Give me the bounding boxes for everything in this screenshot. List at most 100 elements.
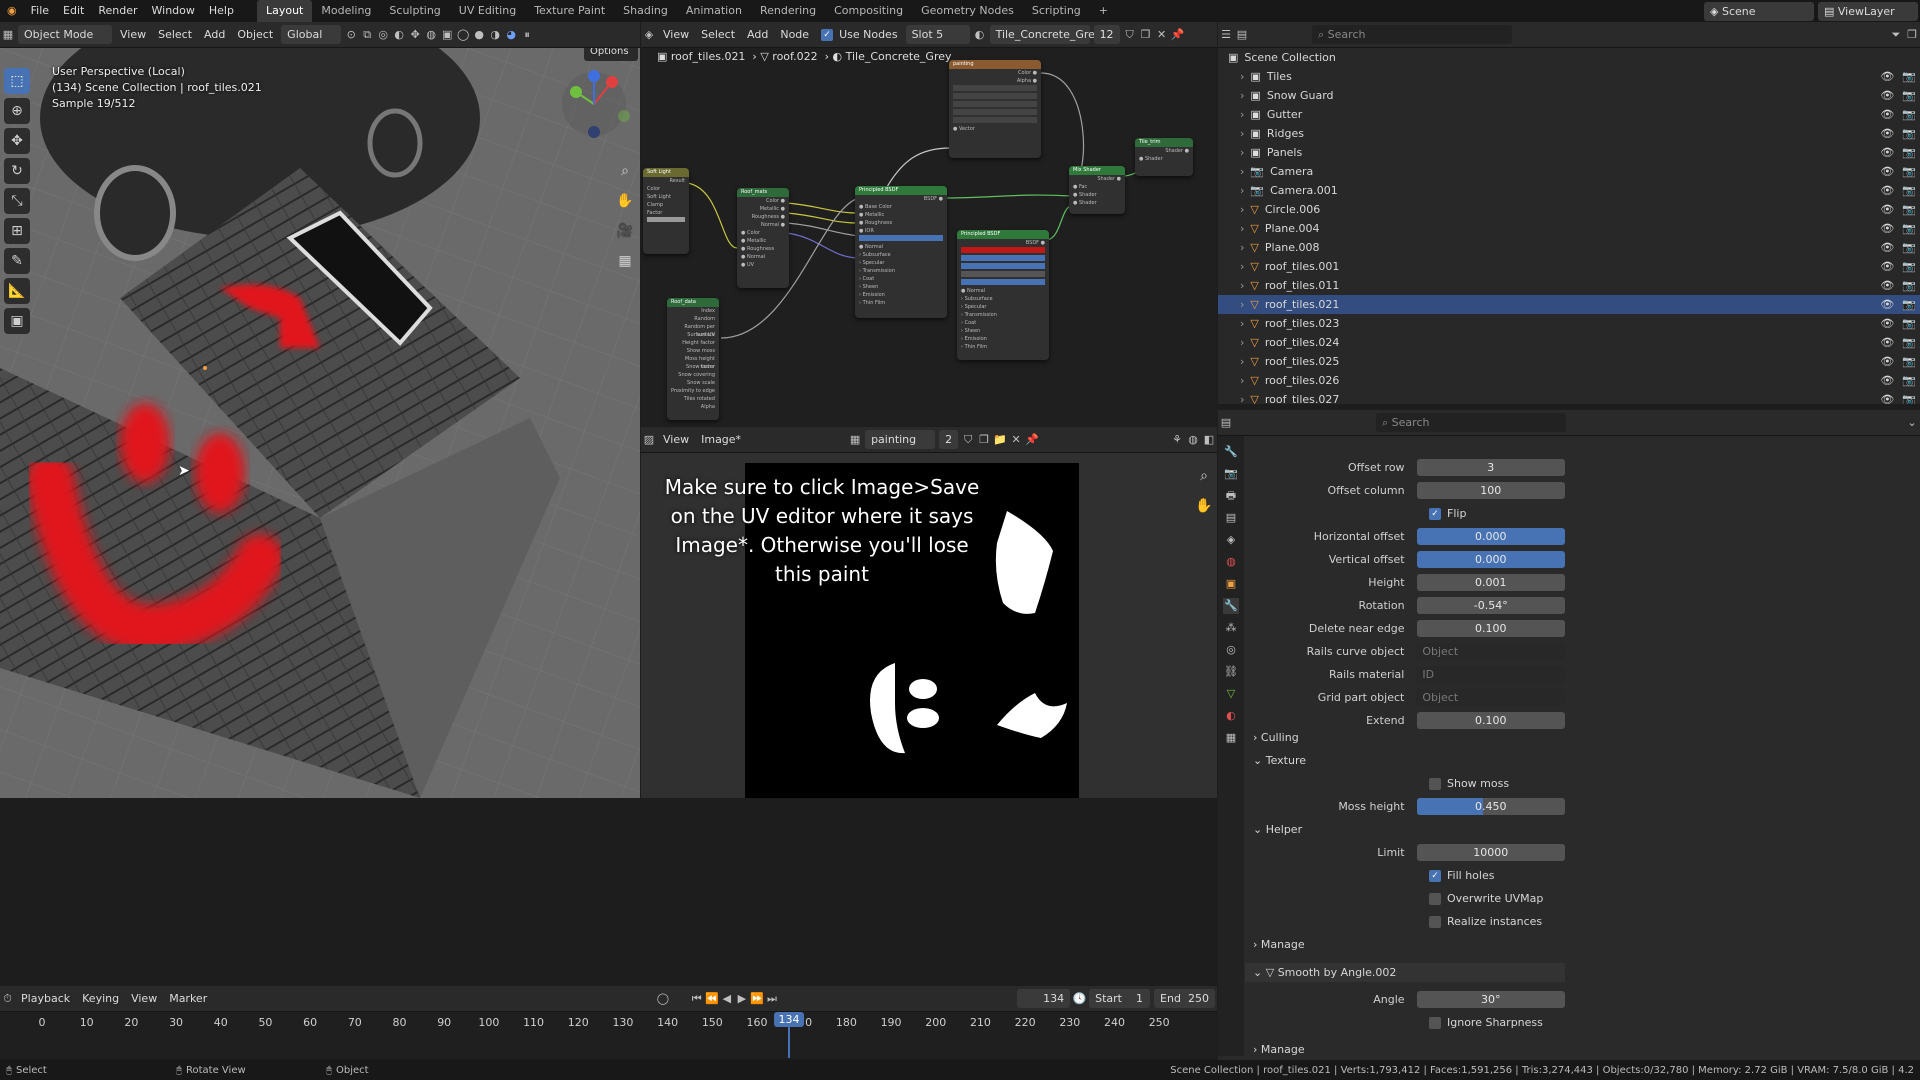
select-menu[interactable]: Select [152, 25, 198, 44]
manage-section-2[interactable]: › Manage [1245, 1040, 1565, 1059]
outliner-item[interactable]: › ▽ Plane.008 👁 📷 [1218, 238, 1920, 257]
node-mix-shader[interactable]: Mix Shader Shader ● ● Fac ● Shader ● Shader [1069, 166, 1125, 214]
property-field[interactable]: Object [1416, 689, 1565, 706]
property-field[interactable]: 3 [1416, 459, 1565, 476]
outliner-item[interactable]: › ▣ Panels 👁 📷 [1218, 143, 1920, 162]
play-reverse-icon[interactable]: ◀ [719, 991, 734, 1007]
new-collection-icon[interactable]: ❐ [1904, 27, 1920, 43]
tab-texture-paint[interactable]: Texture Paint [525, 0, 614, 22]
overwrite-uvmap-checkbox[interactable]: Overwrite UVMap [1245, 889, 1565, 908]
cursor-tool-icon[interactable]: ⊕ [4, 98, 30, 124]
render-camera-icon[interactable]: 📷 [1902, 279, 1916, 292]
render-camera-icon[interactable]: 📷 [1902, 317, 1916, 330]
editor-type-icon[interactable]: ▦ [0, 27, 16, 43]
outliner-filter-icon[interactable]: ⏷ [1888, 27, 1904, 43]
tab-sculpting[interactable]: Sculpting [380, 0, 449, 22]
jump-end-icon[interactable]: ⏭ [764, 991, 779, 1007]
outliner-item[interactable]: › ▽ Plane.004 👁 📷 [1218, 219, 1920, 238]
render-camera-icon[interactable]: 📷 [1902, 70, 1916, 83]
property-field[interactable]: 100 [1416, 482, 1565, 499]
play-icon[interactable]: ▶ [734, 991, 749, 1007]
constraints-tab-icon[interactable]: ⛓ [1223, 664, 1239, 680]
object-mode-dropdown[interactable]: Object Mode [18, 25, 112, 44]
visibility-eye-icon[interactable]: 👁 [1880, 298, 1894, 311]
outliner-item[interactable]: › ▽ roof_tiles.023 👁 📷 [1218, 314, 1920, 333]
ignore-sharpness-checkbox[interactable]: Ignore Sharpness [1245, 1013, 1565, 1032]
tab-compositing[interactable]: Compositing [825, 0, 912, 22]
properties-type-icon[interactable]: ▤ [1218, 415, 1234, 431]
render-camera-icon[interactable]: 📷 [1902, 393, 1916, 404]
object-tab-icon[interactable]: ▣ [1223, 576, 1239, 592]
visibility-eye-icon[interactable]: 👁 [1880, 374, 1894, 387]
material-shading-icon[interactable]: ◑ [487, 27, 503, 43]
node-editor-type-icon[interactable]: ◈ [641, 27, 657, 43]
rotate-tool-icon[interactable]: ↻ [4, 158, 30, 184]
transform-orientation-dropdown[interactable]: Global [281, 25, 342, 44]
image-name-field[interactable]: painting [865, 430, 936, 449]
node-view-menu[interactable]: View [657, 25, 695, 44]
unlink-material-icon[interactable]: ✕ [1154, 27, 1170, 43]
render-camera-icon[interactable]: 📷 [1902, 260, 1916, 273]
render-camera-icon[interactable]: 📷 [1902, 374, 1916, 387]
node-painting[interactable]: painting Color ● Alpha ● ● Vector [949, 60, 1041, 158]
node-roof-data[interactable]: Roof_data Index Random Random per surface S… [667, 298, 719, 420]
zoom-icon[interactable]: ⌕ [612, 158, 638, 184]
jump-start-icon[interactable]: ⏮ [689, 991, 704, 1007]
navigation-gizmo[interactable] [552, 62, 640, 162]
slot-dropdown[interactable]: Slot 5 [905, 25, 970, 44]
image-editor-type-icon[interactable]: ▨ [641, 432, 657, 448]
visibility-eye-icon[interactable]: 👁 [1880, 184, 1894, 197]
pivot-icon[interactable]: ⊙ [343, 27, 359, 43]
view-layer-tab-icon[interactable]: ▤ [1223, 510, 1239, 526]
visibility-icon[interactable]: ◐ [391, 27, 407, 43]
visibility-eye-icon[interactable]: 👁 [1880, 355, 1894, 368]
outliner-search-input[interactable]: ⌕ Search [1312, 25, 1512, 44]
wireframe-shading-icon[interactable]: ◯ [455, 27, 471, 43]
outliner-item[interactable]: › ▣ Gutter 👁 📷 [1218, 105, 1920, 124]
visibility-eye-icon[interactable]: 👁 [1880, 108, 1894, 121]
visibility-eye-icon[interactable]: 👁 [1880, 260, 1894, 273]
render-camera-icon[interactable]: 📷 [1902, 146, 1916, 159]
visibility-eye-icon[interactable]: 👁 [1880, 336, 1894, 349]
image-fake-user-icon[interactable]: ⛉ [960, 432, 976, 448]
image-unlink-icon[interactable]: ✕ [1008, 432, 1024, 448]
image-mode-icon[interactable]: ⚘ [1169, 432, 1185, 448]
expand-arrow-icon[interactable]: › [1240, 108, 1244, 121]
playhead[interactable]: 134 [774, 1012, 804, 1027]
render-tab-icon[interactable]: 📷 [1223, 466, 1239, 482]
angle-field[interactable]: 30° [1416, 991, 1565, 1008]
expand-arrow-icon[interactable]: › [1240, 355, 1244, 368]
node-soft-light[interactable]: Soft Light Result Color Soft Light Clamp Fac… [643, 168, 689, 254]
outliner-item[interactable]: › ▣ Snow Guard 👁 📷 [1218, 86, 1920, 105]
image-canvas[interactable]: Make sure to click Image>Save on the UV … [641, 453, 1217, 798]
ortho-grid-icon[interactable]: ▦ [612, 248, 638, 274]
outliner-item[interactable]: › 📷 Camera 👁 📷 [1218, 162, 1920, 181]
node-principled-bsdf-2[interactable]: Principled BSDF BSDF ● ● Normal › Subsurf… [957, 230, 1049, 360]
data-tab-icon[interactable]: ▽ [1223, 686, 1239, 702]
visibility-eye-icon[interactable]: 👁 [1880, 393, 1894, 404]
properties-pin-icon[interactable]: ⌄ [1904, 415, 1920, 431]
output-tab-icon[interactable]: 🖶 [1223, 488, 1239, 504]
pan-hand-icon[interactable]: ✋ [612, 188, 638, 214]
move-tool-icon[interactable]: ✥ [4, 128, 30, 154]
image-duplicate-icon[interactable]: ❐ [976, 432, 992, 448]
material-name-field[interactable]: Tile_Concrete_Grey [989, 25, 1101, 44]
image-browse-icon[interactable]: ▦ [847, 432, 863, 448]
image-open-icon[interactable]: 📁 [992, 432, 1008, 448]
visibility-eye-icon[interactable]: 👁 [1880, 317, 1894, 330]
moss-height-field[interactable]: 0.450 [1416, 798, 1565, 815]
outliner-item[interactable]: › ▽ roof_tiles.026 👁 📷 [1218, 371, 1920, 390]
modifier-tab-icon[interactable]: 🔧 [1223, 598, 1239, 614]
use-nodes-checkbox[interactable]: ✓ Use Nodes [815, 25, 904, 44]
render-camera-icon[interactable]: 📷 [1902, 184, 1916, 197]
solid-shading-icon[interactable]: ● [471, 27, 487, 43]
proportional-edit-icon[interactable]: ◎ [375, 27, 391, 43]
manage-section[interactable]: › Manage [1245, 935, 1565, 954]
object-menu[interactable]: Object [231, 25, 279, 44]
limit-field[interactable]: 10000 [1416, 844, 1565, 861]
expand-arrow-icon[interactable]: › [1240, 260, 1244, 273]
pin-icon[interactable]: 📌 [1170, 27, 1186, 43]
expand-arrow-icon[interactable]: › [1240, 146, 1244, 159]
world-tab-icon[interactable]: ◍ [1223, 554, 1239, 570]
outliner-item[interactable]: › ▽ roof_tiles.025 👁 📷 [1218, 352, 1920, 371]
